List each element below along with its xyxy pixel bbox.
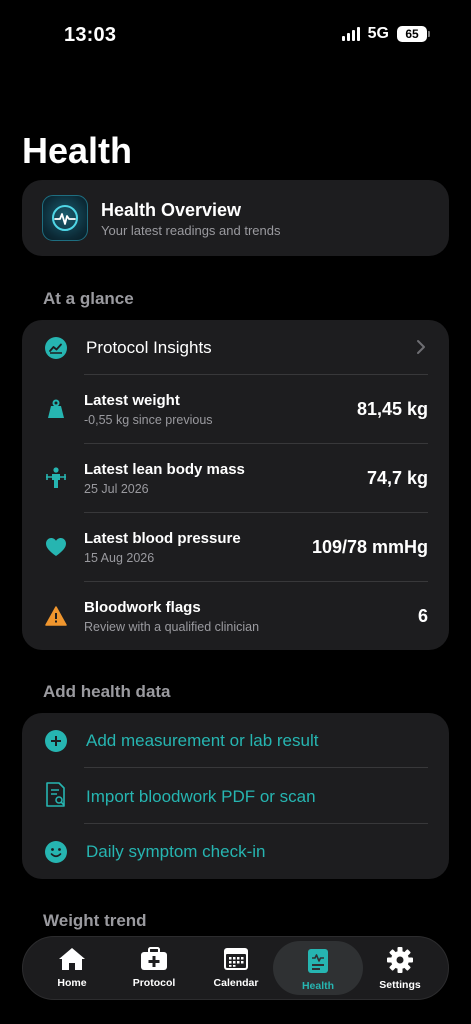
tab-health[interactable]: Health <box>273 941 363 995</box>
section-label-add: Add health data <box>43 682 171 701</box>
signal-icon <box>341 27 360 41</box>
chevron-right-icon <box>415 338 427 361</box>
battery-level: 65 <box>405 27 419 41</box>
row-subtitle: Review with a qualified clinician <box>84 620 260 634</box>
battery-icon: 65 <box>397 26 430 42</box>
calendar-icon <box>224 948 248 970</box>
add-measurement-row[interactable]: Add measurement or lab result <box>22 713 449 768</box>
row-value: 81,45 kg <box>356 399 428 419</box>
house-icon <box>59 948 85 970</box>
clipboard-icon <box>308 949 328 973</box>
protocol-insights-label: Protocol Insights <box>86 338 212 357</box>
warning-icon <box>44 604 68 628</box>
latest-blood-pressure-row[interactable]: Latest blood pressure 15 Aug 2026 109/78… <box>22 513 449 582</box>
tab-settings[interactable]: Settings <box>359 937 441 999</box>
health-overview-icon <box>42 195 88 241</box>
body-figure-icon <box>44 466 68 490</box>
row-value: 109/78 mmHg <box>311 537 428 557</box>
tab-label: Health <box>301 980 335 992</box>
row-title: Bloodwork flags <box>84 599 201 616</box>
protocol-insights-row[interactable]: Protocol Insights <box>22 320 449 375</box>
daily-checkin-row[interactable]: Daily symptom check-in <box>22 824 449 879</box>
latest-lean-body-mass-row[interactable]: Latest lean body mass 25 Jul 2026 74,7 k… <box>22 444 449 513</box>
page-title: Health <box>22 130 133 171</box>
section-label-glance: At a glance <box>43 289 134 308</box>
status-indicators: 5G 65 <box>341 25 430 43</box>
tab-label: Protocol <box>132 977 176 989</box>
glance-card: Protocol Insights Latest weight -0,55 kg… <box>22 320 449 650</box>
tab-label: Settings <box>379 979 421 991</box>
daily-checkin-label: Daily symptom check-in <box>86 842 266 861</box>
import-bloodwork-row[interactable]: Import bloodwork PDF or scan <box>22 768 449 824</box>
row-subtitle: 15 Aug 2026 <box>84 551 155 565</box>
row-title: Latest lean body mass <box>84 461 245 478</box>
overview-title: Health Overview <box>101 200 242 220</box>
row-value: 6 <box>417 606 428 626</box>
tab-bar: Home Protocol Calendar Health Settings <box>22 936 449 1000</box>
plus-circle-icon <box>44 729 68 753</box>
tab-calendar[interactable]: Calendar <box>195 937 277 999</box>
add-measurement-label: Add measurement or lab result <box>86 731 319 750</box>
tab-protocol[interactable]: Protocol <box>113 937 195 999</box>
scale-weight-icon <box>44 397 68 421</box>
tab-label: Home <box>57 977 87 989</box>
smiley-icon <box>44 840 68 864</box>
import-bloodwork-label: Import bloodwork PDF or scan <box>86 787 316 806</box>
status-time: 13:03 <box>64 24 117 46</box>
row-value: 74,7 kg <box>366 468 428 488</box>
row-subtitle: 25 Jul 2026 <box>84 482 149 496</box>
status-bar: 13:03 5G 65 <box>0 0 471 70</box>
row-subtitle: -0,55 kg since previous <box>84 413 213 427</box>
health-overview-card[interactable]: Health Overview Your latest readings and… <box>22 180 449 256</box>
heart-icon <box>44 535 68 559</box>
tab-home[interactable]: Home <box>31 937 113 999</box>
medkit-icon <box>141 947 167 970</box>
latest-weight-row[interactable]: Latest weight -0,55 kg since previous 81… <box>22 375 449 444</box>
chart-icon <box>44 336 68 360</box>
add-health-data-card: Add measurement or lab result Import blo… <box>22 713 449 879</box>
row-title: Latest blood pressure <box>84 530 241 547</box>
document-search-icon <box>44 782 68 807</box>
network-type: 5G <box>367 25 389 42</box>
bloodwork-flags-row[interactable]: Bloodwork flags Review with a qualified … <box>22 582 449 650</box>
row-title: Latest weight <box>84 392 180 409</box>
gear-icon <box>387 947 413 973</box>
tab-label: Calendar <box>213 977 259 989</box>
overview-subtitle: Your latest readings and trends <box>101 223 281 238</box>
section-label-weight-trend: Weight trend <box>43 911 147 930</box>
